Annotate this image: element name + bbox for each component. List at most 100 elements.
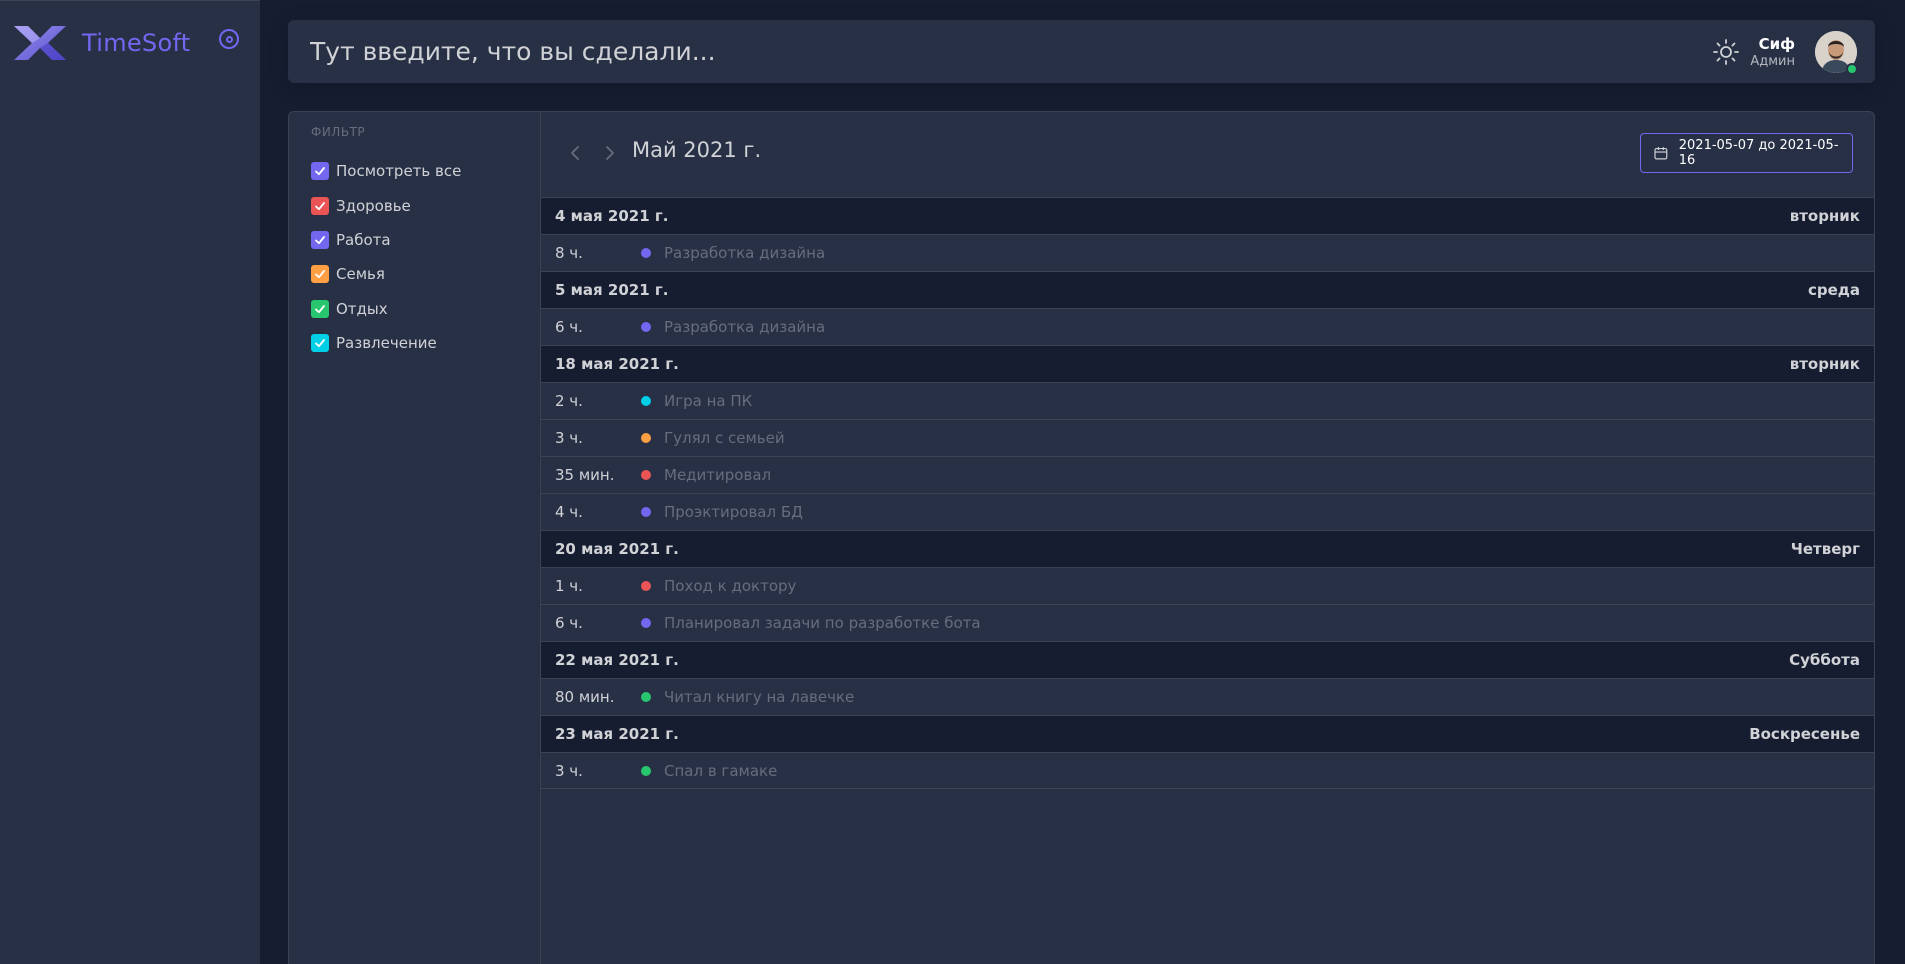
event-row[interactable]: 4 ч. Проэктировал БД [541, 493, 1874, 530]
check-icon [315, 201, 325, 210]
day-date: 4 мая 2021 г. [555, 207, 669, 225]
sun-icon[interactable] [1712, 38, 1740, 66]
user-info[interactable]: Сиф Админ [1750, 34, 1795, 70]
sidebar-collapse-toggle[interactable] [219, 29, 239, 49]
day-date: 20 мая 2021 г. [555, 540, 679, 558]
event-row[interactable]: 80 мин. Читал книгу на лавечке [541, 678, 1874, 715]
activity-input[interactable] [310, 20, 1410, 83]
day-header-row: 18 мая 2021 г. вторник [541, 345, 1874, 382]
day-header-row: 23 мая 2021 г. Воскресенье [541, 715, 1874, 752]
event-title: Поход к доктору [664, 577, 797, 595]
filter-checkbox[interactable] [311, 265, 329, 284]
event-row[interactable]: 1 ч. Поход к доктору [541, 567, 1874, 604]
filter-item[interactable]: Развлечение [311, 326, 461, 360]
chevron-left-icon [571, 146, 579, 160]
day-weekday: Воскресенье [1749, 725, 1860, 743]
calendar-icon [1654, 147, 1668, 160]
online-status-badge [1846, 63, 1858, 75]
day-weekday: Суббота [1789, 651, 1860, 669]
events-list: 4 мая 2021 г. вторник 8 ч. Разработка дизай… [541, 197, 1874, 789]
day-date: 18 мая 2021 г. [555, 355, 679, 373]
filter-panel: ФИЛЬТР Посмотреть все Здоровье Работа Семья… [289, 112, 541, 964]
event-duration: 3 ч. [555, 429, 583, 447]
day-header-row: 22 мая 2021 г. Суббота [541, 641, 1874, 678]
event-title: Игра на ПК [664, 392, 753, 410]
event-row[interactable]: 3 ч. Спал в гамаке [541, 752, 1874, 789]
filter-label: Посмотреть все [336, 162, 462, 181]
filter-title: ФИЛЬТР [311, 125, 366, 139]
event-duration: 1 ч. [555, 577, 583, 595]
event-row[interactable]: 8 ч. Разработка дизайна [541, 234, 1874, 271]
event-row[interactable]: 2 ч. Игра на ПК [541, 382, 1874, 419]
event-duration: 6 ч. [555, 614, 583, 632]
check-icon [315, 236, 325, 245]
day-weekday: Четверг [1790, 540, 1860, 558]
day-weekday: среда [1807, 281, 1860, 299]
top-navbar: Сиф Админ [288, 20, 1875, 83]
chevron-right-icon [606, 146, 614, 160]
sidebar: TimeSoft [0, 0, 260, 964]
month-title: Май 2021 г. [632, 138, 762, 162]
user-name: Сиф [1758, 35, 1795, 53]
filter-checkbox[interactable] [311, 334, 329, 353]
event-title: Планировал задачи по разработке бота [664, 614, 981, 632]
event-row[interactable]: 6 ч. Планировал задачи по разработке бота [541, 604, 1874, 641]
event-category-dot [641, 692, 651, 702]
event-title: Читал книгу на лавечке [664, 688, 855, 706]
timesoft-logo-icon [14, 26, 66, 60]
prev-month-button[interactable] [565, 139, 585, 167]
day-weekday: вторник [1789, 207, 1860, 225]
filter-list: Посмотреть все Здоровье Работа Семья Отдых Ра… [311, 154, 461, 360]
filter-item[interactable]: Посмотреть все [311, 154, 461, 188]
calendar-pane: Май 2021 г. 2021-05-07 до 2021-05-16 4 м… [541, 112, 1874, 964]
brand-name: TimeSoft [82, 29, 191, 57]
check-icon [315, 339, 325, 348]
event-title: Медитировал [664, 466, 772, 484]
day-date: 22 мая 2021 г. [555, 651, 679, 669]
event-title: Разработка дизайна [664, 244, 826, 262]
day-header-row: 4 мая 2021 г. вторник [541, 197, 1874, 234]
event-category-dot [641, 618, 651, 628]
filter-checkbox[interactable] [311, 196, 329, 215]
event-title: Проэктировал БД [664, 503, 803, 521]
event-title: Спал в гамаке [664, 761, 778, 780]
event-category-dot [641, 322, 651, 332]
event-duration: 3 ч. [555, 761, 583, 780]
event-category-dot [641, 396, 651, 406]
day-date: 5 мая 2021 г. [555, 281, 669, 299]
event-category-dot [641, 507, 651, 517]
event-category-dot [641, 433, 651, 443]
brand[interactable]: TimeSoft [10, 19, 191, 67]
filter-item[interactable]: Здоровье [311, 188, 461, 222]
filter-checkbox[interactable] [311, 162, 329, 181]
filter-item[interactable]: Работа [311, 223, 461, 257]
filter-item[interactable]: Семья [311, 257, 461, 291]
date-range-value: 2021-05-07 до 2021-05-16 [1678, 138, 1839, 168]
filter-checkbox[interactable] [311, 299, 329, 318]
event-title: Гулял с семьей [664, 429, 785, 447]
check-icon [315, 270, 325, 279]
filter-label: Здоровье [336, 196, 411, 215]
next-month-button[interactable] [600, 139, 620, 167]
event-duration: 35 мин. [555, 466, 615, 484]
user-role: Админ [1750, 54, 1795, 69]
check-icon [315, 304, 325, 313]
event-category-dot [641, 470, 651, 480]
day-header-row: 20 мая 2021 г. Четверг [541, 530, 1874, 567]
event-title: Разработка дизайна [664, 318, 826, 336]
event-duration: 4 ч. [555, 503, 583, 521]
filter-label: Работа [336, 230, 391, 249]
event-row[interactable]: 35 мин. Медитировал [541, 456, 1874, 493]
event-category-dot [641, 765, 651, 776]
check-icon [315, 167, 325, 176]
event-category-dot [641, 248, 651, 258]
filter-label: Отдых [336, 299, 388, 318]
disc-icon [225, 35, 233, 43]
filter-item[interactable]: Отдых [311, 292, 461, 326]
filter-checkbox[interactable] [311, 230, 329, 249]
event-row[interactable]: 6 ч. Разработка дизайна [541, 308, 1874, 345]
event-row[interactable]: 3 ч. Гулял с семьей [541, 419, 1874, 456]
date-range-picker[interactable]: 2021-05-07 до 2021-05-16 [1640, 133, 1853, 173]
event-category-dot [641, 581, 651, 591]
event-duration: 2 ч. [555, 392, 583, 410]
